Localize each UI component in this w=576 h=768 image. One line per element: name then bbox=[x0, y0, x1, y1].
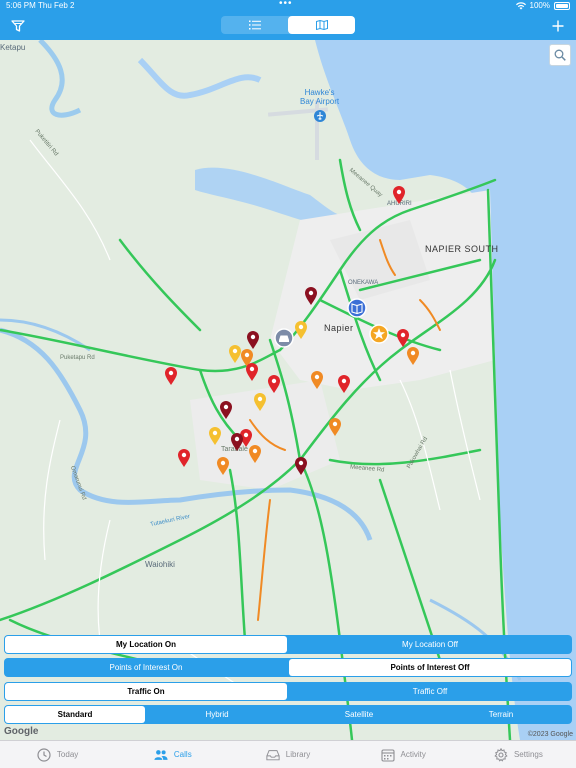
filter-button[interactable] bbox=[8, 16, 28, 36]
traffic-toggle[interactable]: Traffic On Traffic Off bbox=[4, 682, 572, 701]
pin-marker[interactable] bbox=[164, 366, 178, 386]
label-onekawa: ONEKAWA bbox=[348, 280, 379, 286]
tab-today[interactable]: Today bbox=[0, 741, 115, 768]
view-mode-segmented-control[interactable] bbox=[221, 16, 355, 34]
status-date: Thu Feb 2 bbox=[38, 1, 75, 10]
label-puketapu-rd: Puketapu Rd bbox=[60, 355, 95, 361]
clock-icon bbox=[37, 747, 51, 762]
option-satellite[interactable]: Satellite bbox=[289, 706, 429, 723]
calendar-icon bbox=[380, 748, 395, 762]
pin-marker[interactable] bbox=[267, 374, 281, 394]
airport-icon bbox=[314, 110, 326, 122]
pin-marker[interactable] bbox=[396, 328, 410, 348]
option-poi-off[interactable]: Points of Interest Off bbox=[289, 659, 571, 676]
multitask-dots[interactable]: ••• bbox=[279, 0, 293, 9]
list-view-segment[interactable] bbox=[221, 16, 288, 34]
tab-label: Today bbox=[56, 750, 79, 759]
tab-label: Activity bbox=[400, 750, 426, 759]
option-traffic-on[interactable]: Traffic On bbox=[5, 683, 287, 700]
library-marker-icon[interactable] bbox=[347, 298, 367, 318]
google-logo: Google bbox=[4, 726, 39, 737]
label-napier: Napier bbox=[324, 323, 354, 333]
poi-toggle[interactable]: Points of Interest On Points of Interest… bbox=[4, 658, 572, 677]
map-icon bbox=[315, 20, 328, 30]
pin-marker[interactable] bbox=[392, 185, 406, 205]
pin-marker[interactable] bbox=[248, 444, 262, 464]
pin-marker[interactable] bbox=[208, 426, 222, 446]
option-location-off[interactable]: My Location Off bbox=[289, 636, 571, 653]
location-toggle[interactable]: My Location On My Location Off bbox=[4, 635, 572, 654]
vehicle-marker-icon[interactable] bbox=[274, 328, 294, 348]
option-standard[interactable]: Standard bbox=[5, 706, 145, 723]
label-napier-south: NAPIER SOUTH bbox=[425, 244, 499, 254]
pin-marker[interactable] bbox=[219, 400, 233, 420]
people-icon bbox=[154, 749, 168, 760]
filter-icon bbox=[11, 20, 25, 32]
pin-marker[interactable] bbox=[216, 456, 230, 476]
tab-settings[interactable]: Settings bbox=[461, 741, 576, 768]
status-bar: 5:06 PM Thu Feb 2 ••• 100% bbox=[0, 0, 576, 12]
search-icon bbox=[554, 49, 566, 61]
map-type-selector[interactable]: Standard Hybrid Satellite Terrain bbox=[4, 705, 572, 724]
status-right: 100% bbox=[515, 1, 570, 10]
pin-marker[interactable] bbox=[328, 417, 342, 437]
tab-calls[interactable]: Calls bbox=[115, 741, 230, 768]
pin-marker[interactable] bbox=[406, 346, 420, 366]
label-waiohiki: Waiohiki bbox=[145, 560, 175, 569]
tab-bar: Today Calls Library Activity Settings bbox=[0, 740, 576, 768]
label-airport: Hawke's Bay Airport bbox=[300, 88, 340, 106]
pin-marker[interactable] bbox=[304, 286, 318, 306]
pin-marker[interactable] bbox=[245, 362, 259, 382]
tab-label: Settings bbox=[513, 750, 543, 759]
pin-marker[interactable] bbox=[246, 330, 260, 350]
star-marker-icon[interactable] bbox=[369, 324, 389, 344]
pin-marker[interactable] bbox=[294, 320, 308, 340]
map-copyright: ©2023 Google bbox=[527, 731, 573, 738]
tab-label: Library bbox=[285, 750, 311, 759]
option-terrain[interactable]: Terrain bbox=[431, 706, 571, 723]
plus-icon bbox=[552, 20, 564, 32]
pin-marker[interactable] bbox=[310, 370, 324, 390]
tab-label: Calls bbox=[173, 750, 192, 759]
list-icon bbox=[248, 20, 261, 30]
label-ketapu: Ketapu bbox=[0, 43, 26, 52]
pin-marker[interactable] bbox=[230, 432, 244, 452]
option-hybrid[interactable]: Hybrid bbox=[147, 706, 287, 723]
option-traffic-off[interactable]: Traffic Off bbox=[289, 683, 571, 700]
pin-marker[interactable] bbox=[177, 448, 191, 468]
tab-activity[interactable]: Activity bbox=[346, 741, 461, 768]
pin-marker[interactable] bbox=[294, 456, 308, 476]
option-poi-on[interactable]: Points of Interest On bbox=[5, 659, 287, 676]
status-time: 5:06 PM bbox=[6, 1, 36, 10]
pin-marker[interactable] bbox=[337, 374, 351, 394]
pin-marker[interactable] bbox=[253, 392, 267, 412]
tab-library[interactable]: Library bbox=[230, 741, 345, 768]
map-view[interactable]: Ketapu Hawke's Bay Airport AHURIRI NAPIE… bbox=[0, 40, 576, 740]
option-location-on[interactable]: My Location On bbox=[5, 636, 287, 653]
battery-percent: 100% bbox=[529, 1, 550, 10]
add-button[interactable] bbox=[548, 16, 568, 36]
battery-icon bbox=[554, 1, 570, 10]
top-toolbar bbox=[0, 12, 576, 40]
gear-icon bbox=[494, 747, 508, 762]
tray-icon bbox=[266, 749, 280, 760]
wifi-icon bbox=[515, 1, 526, 9]
map-search-button[interactable] bbox=[549, 44, 571, 66]
map-view-segment[interactable] bbox=[288, 16, 355, 34]
